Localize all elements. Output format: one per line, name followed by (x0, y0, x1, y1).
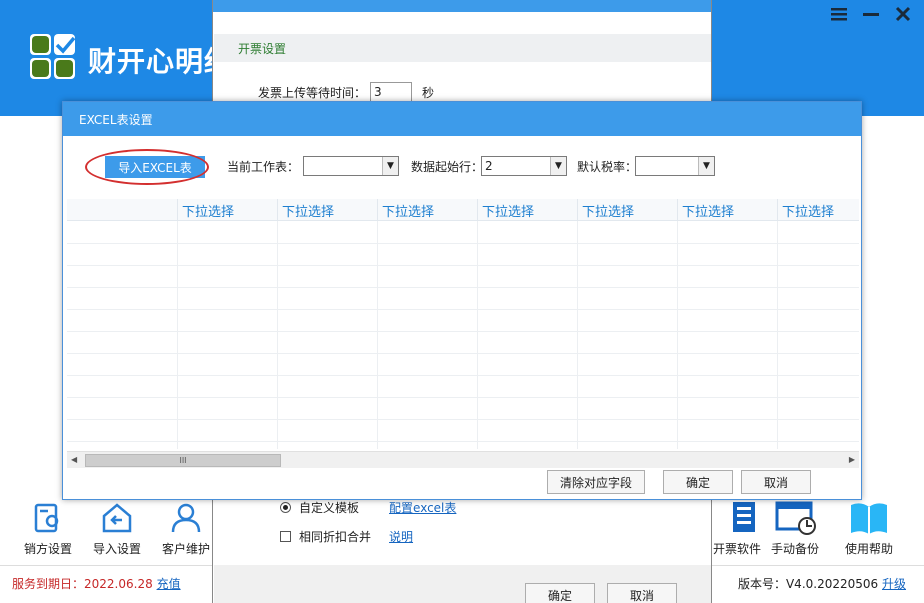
grid-row-line (67, 287, 859, 288)
import-settings-button[interactable]: 导入设置 (82, 498, 152, 557)
start-row-select[interactable]: 2 ▼ (481, 156, 567, 176)
grid-header: 下拉选择 下拉选择 下拉选择 下拉选择 下拉选择 下拉选择 下拉选择 (67, 199, 859, 221)
column-select-5[interactable]: 下拉选择 (577, 199, 677, 221)
grid-col-line (377, 221, 378, 449)
chevron-down-icon: ▼ (698, 157, 714, 175)
window-controls (828, 3, 914, 25)
start-row-label: 数据起始行： (411, 160, 484, 174)
grid-row-line (67, 265, 859, 266)
help-icon (834, 498, 904, 538)
grid-col-line (777, 221, 778, 449)
grid-row-line (67, 353, 859, 354)
help-button[interactable]: 使用帮助 (834, 498, 904, 557)
grid-col-line (677, 221, 678, 449)
seller-settings-button[interactable]: 销方设置 (13, 498, 83, 557)
mapping-grid: 下拉选择 下拉选择 下拉选择 下拉选择 下拉选择 下拉选择 下拉选择 (67, 199, 859, 449)
grid-row-line (67, 419, 859, 420)
divider (0, 565, 212, 566)
column-select-6[interactable]: 下拉选择 (677, 199, 777, 221)
excel-ok-button[interactable]: 确定 (663, 470, 733, 494)
invoice-ok-button[interactable]: 确定 (525, 583, 595, 603)
horizontal-scrollbar[interactable]: ◀ III ▶ (67, 451, 859, 468)
clear-fields-button[interactable]: 清除对应字段 (547, 470, 645, 494)
column-select-1[interactable]: 下拉选择 (177, 199, 277, 221)
grid-col-line (277, 221, 278, 449)
config-excel-link[interactable]: 配置excel表 (389, 499, 456, 516)
grid-row-line (67, 309, 859, 310)
sheet-select[interactable]: ▼ (303, 156, 399, 176)
merge-discount-row: 相同折扣合并 说明 (280, 528, 413, 545)
grid-col-line (177, 221, 178, 449)
column-select-2[interactable]: 下拉选择 (277, 199, 377, 221)
grid-row-line (67, 331, 859, 332)
invoice-section-header: 开票设置 (214, 34, 711, 62)
excel-settings-dialog: EXCEL表设置 导入EXCEL表 当前工作表： ▼ 数据起始行： 2 ▼ 默认… (62, 101, 862, 500)
scroll-thumb[interactable]: III (85, 454, 281, 467)
customer-icon (151, 498, 221, 538)
highlight-oval (85, 149, 209, 185)
excel-cancel-button[interactable]: 取消 (741, 470, 811, 494)
grid-row-line (67, 397, 859, 398)
menu-icon[interactable] (828, 3, 850, 25)
grid-row-line (67, 441, 859, 442)
expire-info: 服务到期日：2022.06.28 充值 (12, 577, 181, 591)
grid-row-line (67, 375, 859, 376)
tax-rate-select[interactable]: ▼ (635, 156, 715, 176)
grid-row-header (67, 199, 177, 221)
customer-maintain-button[interactable]: 客户维护 (151, 498, 221, 557)
column-select-4[interactable]: 下拉选择 (477, 199, 577, 221)
wait-time-row: 发票上传等待时间： 3 秒 (258, 82, 434, 102)
custom-template-radio[interactable] (280, 502, 291, 513)
chevron-down-icon: ▼ (382, 157, 398, 175)
tax-rate-label: 默认税率： (577, 160, 638, 174)
app-logo (30, 34, 78, 82)
import-icon (82, 498, 152, 538)
invoice-cancel-button[interactable]: 取消 (607, 583, 677, 603)
seller-icon (13, 498, 83, 538)
scroll-left-icon[interactable]: ◀ (71, 455, 77, 464)
invoice-dialog-footer: 确定 取消 (214, 565, 711, 603)
manual-backup-button[interactable]: 手动备份 (760, 498, 830, 557)
custom-template-row: 自定义模板 配置excel表 (280, 499, 456, 516)
upgrade-link[interactable]: 升级 (882, 577, 906, 591)
close-icon[interactable] (892, 3, 914, 25)
excel-dialog-title: EXCEL表设置 (63, 102, 861, 136)
merge-discount-checkbox[interactable] (280, 531, 291, 542)
grid-col-line (577, 221, 578, 449)
version-info: 版本号：V4.0.20220506 升级 (737, 577, 906, 591)
wait-time-input[interactable]: 3 (370, 82, 413, 102)
minimize-icon[interactable] (860, 3, 882, 25)
grid-row-line (67, 243, 859, 244)
column-select-7[interactable]: 下拉选择 (777, 199, 859, 221)
dialog-titlebar (213, 0, 711, 12)
scroll-right-icon[interactable]: ▶ (849, 455, 855, 464)
merge-help-link[interactable]: 说明 (389, 528, 413, 545)
recharge-link[interactable]: 充值 (157, 577, 181, 591)
divider (712, 565, 924, 566)
backup-icon (760, 498, 830, 538)
chevron-down-icon: ▼ (550, 157, 566, 175)
grid-col-line (477, 221, 478, 449)
column-select-3[interactable]: 下拉选择 (377, 199, 477, 221)
sheet-label: 当前工作表： (227, 160, 300, 174)
